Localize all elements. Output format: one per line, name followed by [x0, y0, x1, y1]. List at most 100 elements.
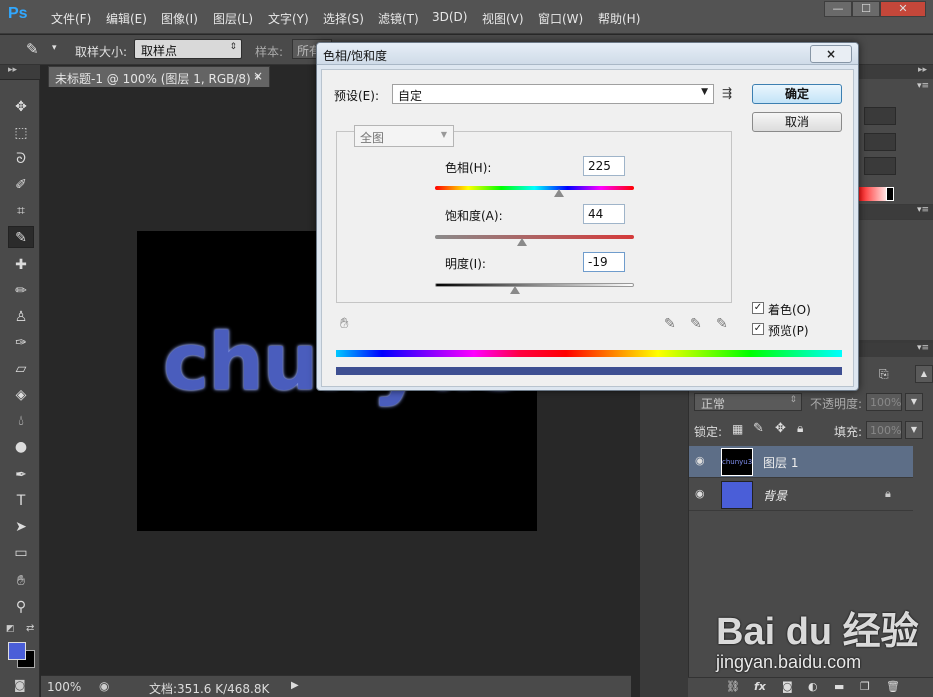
eraser-tool-icon[interactable]: ▱	[8, 358, 34, 380]
preview-label[interactable]: 预览(P)	[768, 322, 809, 339]
fill-dropdown-icon[interactable]: ▼	[905, 421, 923, 439]
status-export-icon[interactable]: ◉	[99, 679, 109, 693]
tool-preset-arrow-icon[interactable]: ▾	[52, 43, 57, 53]
crop-tool-icon[interactable]: ⌗	[8, 200, 34, 222]
sample-size-select[interactable]: 取样点 ⇕	[134, 39, 242, 59]
menu-view[interactable]: 视图(V)	[482, 10, 524, 27]
history-brush-tool-icon[interactable]: ✑	[8, 332, 34, 354]
visibility-eye-icon[interactable]: ◉	[695, 454, 711, 470]
tab-close-icon[interactable]: ×	[253, 69, 263, 83]
panel-menu-icon[interactable]: ▾≡	[917, 81, 929, 91]
layer-name[interactable]: 背景	[763, 487, 787, 504]
preset-select[interactable]: 自定 ▼	[392, 84, 714, 104]
quick-mask-icon[interactable]: ◙	[14, 678, 26, 692]
stamp-tool-icon[interactable]: ♙	[8, 306, 34, 328]
toolbar-header[interactable]: ▸▸	[0, 65, 40, 79]
menu-filter[interactable]: 滤镜(T)	[378, 10, 419, 27]
cancel-button[interactable]: 取消	[752, 112, 842, 132]
dialog-close-button[interactable]: ×	[810, 45, 852, 63]
visibility-eye-icon[interactable]: ◉	[695, 487, 711, 503]
move-tool-icon[interactable]: ✥	[8, 96, 34, 118]
fill-input[interactable]: 100%	[866, 421, 902, 439]
mask-icon[interactable]: ◙	[782, 680, 793, 693]
opacity-input[interactable]: 100%	[866, 393, 902, 411]
lock-all-icon[interactable]: 🔒︎	[797, 421, 803, 436]
paint-bucket-tool-icon[interactable]: ◈	[8, 384, 34, 406]
eyedropper-minus-icon[interactable]: ✎	[716, 316, 728, 332]
colorize-checkbox[interactable]: ✓	[752, 302, 764, 314]
preview-checkbox[interactable]: ✓	[752, 323, 764, 335]
new-layer-icon[interactable]: ❐	[860, 680, 870, 693]
eyedropper-tool-icon[interactable]: ✎	[26, 40, 39, 58]
panel-menu-icon[interactable]: ▾≡	[917, 343, 929, 353]
layer-row-layer1[interactable]: ◉ chunyu3 图层 1	[689, 446, 913, 478]
saturation-slider-track[interactable]	[435, 235, 634, 239]
menu-type[interactable]: 文字(Y)	[268, 10, 309, 27]
opacity-dropdown-icon[interactable]: ▼	[905, 393, 923, 411]
lasso-tool-icon[interactable]: ᘐ	[8, 148, 34, 170]
menu-file[interactable]: 文件(F)	[51, 10, 91, 27]
color-ramp[interactable]	[856, 187, 890, 201]
lightness-slider-track[interactable]	[435, 283, 634, 287]
zoom-tool-icon[interactable]: ⚲	[8, 596, 34, 618]
dodge-tool-icon[interactable]: ●	[8, 436, 34, 458]
zoom-level[interactable]: 100%	[47, 680, 81, 694]
eyedropper-tool-icon[interactable]: ✎	[8, 226, 34, 248]
lightness-input[interactable]: -19	[583, 252, 625, 272]
eyedropper-icon[interactable]: ✎	[664, 316, 676, 332]
lock-position-icon[interactable]: ✥	[775, 421, 786, 436]
layer-name[interactable]: 图层 1	[763, 454, 798, 471]
menu-image[interactable]: 图像(I)	[161, 10, 198, 27]
status-menu-arrow-icon[interactable]: ▶	[291, 680, 299, 691]
blend-mode-select[interactable]: 正常 ⇕	[694, 393, 802, 411]
document-tab[interactable]: 未标题-1 @ 100% (图层 1, RGB/8) * ×	[48, 66, 270, 87]
color-field[interactable]	[864, 157, 896, 175]
menu-help[interactable]: 帮助(H)	[598, 10, 640, 27]
swap-colors-icon[interactable]: ⇄	[26, 623, 34, 634]
hand-adjust-icon[interactable]: ✋︎	[340, 314, 349, 332]
layer-filter-icon[interactable]: ⎘	[879, 367, 889, 382]
maximize-button[interactable]: ☐	[852, 1, 880, 17]
blur-tool-icon[interactable]: 💧︎	[8, 410, 34, 432]
channel-select[interactable]: 全图 ▼	[354, 125, 454, 147]
shape-tool-icon[interactable]: ▭	[8, 542, 34, 564]
minimize-button[interactable]: —	[824, 1, 852, 17]
dialog-title-bar[interactable]: 色相/饱和度 ×	[317, 43, 858, 65]
lightness-slider-thumb[interactable]	[510, 286, 520, 294]
menu-layer[interactable]: 图层(L)	[213, 10, 253, 27]
default-colors-icon[interactable]: ◩	[6, 624, 15, 634]
marquee-tool-icon[interactable]: ⬚	[8, 122, 34, 144]
color-field[interactable]	[864, 133, 896, 151]
hand-tool-icon[interactable]: ✋︎	[8, 570, 34, 592]
lock-pixels-icon[interactable]: ✎	[753, 421, 764, 436]
panel-collapse-header[interactable]: ▸▸	[852, 65, 933, 79]
close-window-button[interactable]: ✕	[880, 1, 926, 17]
filter-toggle[interactable]: ▲	[915, 365, 933, 383]
color-field[interactable]	[864, 107, 896, 125]
menu-select[interactable]: 选择(S)	[323, 10, 364, 27]
colorize-label[interactable]: 着色(O)	[768, 301, 811, 318]
link-icon[interactable]: ⛓	[726, 680, 740, 693]
saturation-slider-thumb[interactable]	[517, 238, 527, 246]
fx-icon[interactable]: fx	[754, 680, 766, 693]
saturation-input[interactable]: 44	[583, 204, 625, 224]
preset-options-icon[interactable]: ⇶	[722, 86, 732, 100]
panel-menu-icon[interactable]: ▾≡	[917, 205, 929, 215]
healing-tool-icon[interactable]: ✚	[8, 254, 34, 276]
menu-3d[interactable]: 3D(D)	[432, 10, 467, 24]
eyedropper-plus-icon[interactable]: ✎	[690, 316, 702, 332]
hue-input[interactable]: 225	[583, 156, 625, 176]
ok-button[interactable]: 确定	[752, 84, 842, 104]
hue-slider-thumb[interactable]	[554, 189, 564, 197]
group-icon[interactable]: ▬	[834, 680, 844, 693]
menu-window[interactable]: 窗口(W)	[538, 10, 583, 27]
path-select-tool-icon[interactable]: ➤	[8, 516, 34, 538]
type-tool-icon[interactable]: T	[8, 490, 34, 512]
menu-edit[interactable]: 编辑(E)	[106, 10, 147, 27]
lock-transparency-icon[interactable]: ▦	[732, 422, 743, 436]
foreground-color-swatch[interactable]	[8, 642, 26, 660]
color-ramp-swatch[interactable]	[886, 187, 894, 201]
adjustment-icon[interactable]: ◐	[808, 680, 818, 693]
hue-slider-track[interactable]	[435, 186, 634, 190]
quick-select-tool-icon[interactable]: ✐	[8, 174, 34, 196]
